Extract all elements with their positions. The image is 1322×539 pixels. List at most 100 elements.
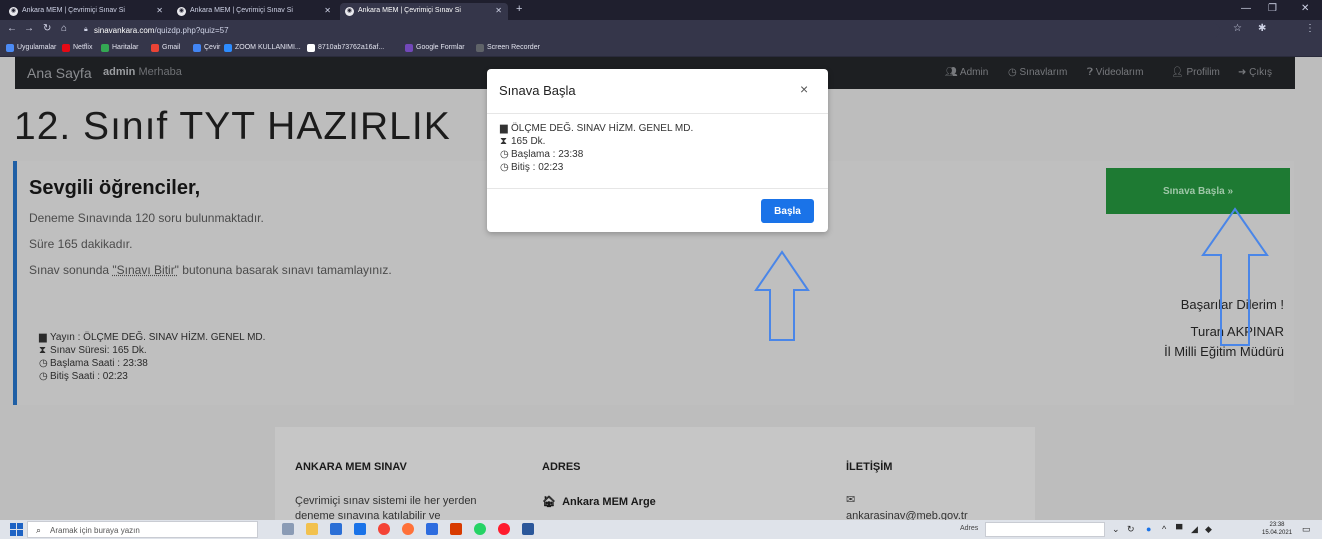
recorder-icon <box>476 44 484 52</box>
lock-icon: 🔒︎ <box>84 26 88 33</box>
forms-icon <box>405 44 413 52</box>
star-icon[interactable]: ☆ <box>1233 23 1242 34</box>
powerpoint-icon[interactable] <box>450 523 462 535</box>
bookmark-item[interactable]: Screen Recorder <box>476 44 540 52</box>
clock-time: 23:38 <box>1269 522 1285 528</box>
site-favicon-icon: ◉ <box>9 7 18 16</box>
bookmark-item[interactable]: ZOOM KULLANIMI... <box>224 44 301 52</box>
annotation-arrow-up-icon <box>1201 207 1269 346</box>
browser-tab[interactable]: ◉ Ankara MEM | Çevrimiçi Sınav Si ✕ <box>4 3 169 20</box>
taskbar-search-input[interactable]: ⌕ Aramak için buraya yazın <box>27 521 258 538</box>
network-icon[interactable]: ▀ <box>1176 524 1182 534</box>
bookmarks-bar: Uygulamalar Netflix Haritalar Gmail Çevi… <box>0 41 1322 57</box>
back-icon[interactable]: ← <box>7 23 17 34</box>
clock-icon: ◷ <box>500 162 509 173</box>
annotation-arrow-up-icon <box>754 250 810 341</box>
windows-start-icon[interactable] <box>10 523 23 536</box>
publisher-row: ▆ Yayın : ÖLÇME DEĞ. SINAV HİZM. GENEL MD… <box>39 332 266 343</box>
edge-icon[interactable] <box>354 523 366 535</box>
bookmark-item[interactable]: Çevir <box>193 44 220 52</box>
bookmark-item[interactable]: Uygulamalar <box>6 44 56 52</box>
nav-exams[interactable]: ◷ Sınavlarım <box>1008 67 1067 78</box>
book-icon: ▆ <box>39 332 47 343</box>
footer-title: ADRES <box>542 461 581 473</box>
question-count-text: Deneme Sınavında 120 soru bulunmaktadır. <box>29 211 264 225</box>
chrome-icon[interactable] <box>378 523 390 535</box>
start-exam-modal: Sınava Başla × ▆ ÖLÇME DEĞ. SINAV HİZM. G… <box>487 69 828 232</box>
bookmark-item[interactable]: Haritalar <box>101 44 138 52</box>
chevron-up-icon[interactable]: ^ <box>1162 524 1166 534</box>
close-tab-icon[interactable]: ✕ <box>324 6 331 15</box>
begin-button[interactable]: Başla <box>761 199 814 223</box>
browser-tab-strip: ◉ Ankara MEM | Çevrimiçi Sınav Si ✕ ◉ An… <box>0 0 1322 20</box>
opera-icon[interactable] <box>498 523 510 535</box>
card-heading: Sevgili öğrenciler, <box>29 177 201 199</box>
taskbar-clock[interactable]: 23:38 15.04.2021 <box>1262 521 1292 537</box>
forward-icon[interactable]: → <box>24 23 34 34</box>
site-favicon-icon: ◉ <box>177 7 186 16</box>
task-view-icon[interactable] <box>282 523 294 535</box>
finish-exam-reference: "Sınavı Bitir" <box>112 263 179 277</box>
help-icon[interactable]: ● <box>1146 524 1151 534</box>
translate-icon <box>193 44 201 52</box>
book-icon: ▆ <box>500 123 508 134</box>
file-explorer-icon[interactable] <box>306 523 318 535</box>
whatsapp-icon[interactable] <box>474 523 486 535</box>
address-toolbar-input[interactable] <box>985 522 1105 537</box>
bookmark-item[interactable]: 8710ab73762a16af... <box>307 44 384 52</box>
logout-icon: ➜ <box>1238 67 1250 78</box>
hourglass-icon: ⧗ <box>500 136 508 147</box>
user-icon: 👤︎ <box>1171 67 1187 78</box>
tab-title: Ankara MEM | Çevrimiçi Sınav Si <box>22 7 125 14</box>
bookmark-item[interactable]: Gmail <box>151 44 180 52</box>
new-tab-button[interactable]: + <box>516 3 522 15</box>
site-footer: ANKARA MEM SINAV Çevrimiçi sınav sistemi… <box>275 427 1035 520</box>
gmail-icon <box>151 44 159 52</box>
tab-title: Ankara MEM | Çevrimiçi Sınav Si <box>190 7 293 14</box>
reload-icon[interactable]: ↻ <box>43 23 51 34</box>
minimize-icon[interactable]: — <box>1241 3 1251 14</box>
maps-icon <box>101 44 109 52</box>
restore-icon[interactable]: ❐ <box>1268 3 1277 14</box>
close-tab-icon[interactable]: ✕ <box>495 6 502 15</box>
browser-tab-active[interactable]: ◉ Ankara MEM | Çevrimiçi Sınav Si ✕ <box>340 3 508 20</box>
address-bar[interactable]: 🔒︎ sinavankara.com/quizdp.php?quiz=57 <box>80 23 1220 38</box>
browser-tab[interactable]: ◉ Ankara MEM | Çevrimiçi Sınav Si ✕ <box>172 3 337 20</box>
close-window-icon[interactable]: ✕ <box>1301 3 1309 14</box>
browser-toolbar: ← → ↻ ⌂ 🔒︎ sinavankara.com/quizdp.php?qu… <box>0 20 1322 57</box>
nav-videos[interactable]: ❓︎ Videolarım <box>1087 67 1143 78</box>
refresh-icon[interactable]: ↻ <box>1127 524 1135 535</box>
close-icon[interactable]: × <box>800 81 808 97</box>
word-icon[interactable] <box>522 523 534 535</box>
nav-profile[interactable]: 👤︎ Profilim <box>1171 67 1220 78</box>
clock-icon: ◷ <box>1008 67 1020 78</box>
page-title: 12. Sınıf TYT HAZIRLIK <box>14 105 451 148</box>
notifications-icon[interactable]: ▭ <box>1302 524 1311 535</box>
shield-icon[interactable]: ◆ <box>1205 524 1212 535</box>
close-tab-icon[interactable]: ✕ <box>156 6 163 15</box>
duration-row: ⧗ Sınav Süresi: 165 Dk. <box>39 345 147 356</box>
nav-logout[interactable]: ➜ Çıkış <box>1238 67 1272 78</box>
globe-icon <box>307 44 315 52</box>
clock-icon: ◷ <box>39 358 48 369</box>
mail-icon[interactable] <box>330 523 342 535</box>
menu-icon[interactable]: ⋮ <box>1305 23 1315 34</box>
exam-meta: ▆ Yayın : ÖLÇME DEĞ. SINAV HİZM. GENEL MD… <box>39 331 265 383</box>
footer-title: İLETİŞİM <box>846 461 893 473</box>
chevron-down-icon[interactable]: ⌄ <box>1112 524 1120 535</box>
nav-admin[interactable]: 👥︎ Admin <box>945 67 988 78</box>
extensions-icon[interactable]: ✱ <box>1258 23 1266 34</box>
firefox-icon[interactable] <box>402 523 414 535</box>
footer-email-link[interactable]: ankarasinav@meb.gov.tr <box>846 510 968 520</box>
home-icon[interactable]: ⌂ <box>61 23 67 34</box>
modal-end-row: ◷ Bitiş : 02:23 <box>500 162 564 173</box>
home-link[interactable]: Ana Sayfa <box>27 65 92 81</box>
url-path: /quizdp.php?quiz=57 <box>154 26 229 35</box>
address-toolbar-label: Adres <box>960 525 979 532</box>
app-icon[interactable] <box>426 523 438 535</box>
clock-icon: ◷ <box>39 371 48 382</box>
bookmark-item[interactable]: Netflix <box>62 44 92 52</box>
bookmark-item[interactable]: Google Formlar <box>405 44 465 52</box>
modal-duration-row: ⧗ 165 Dk. <box>500 136 546 147</box>
volume-icon[interactable]: ◢ <box>1191 524 1198 535</box>
